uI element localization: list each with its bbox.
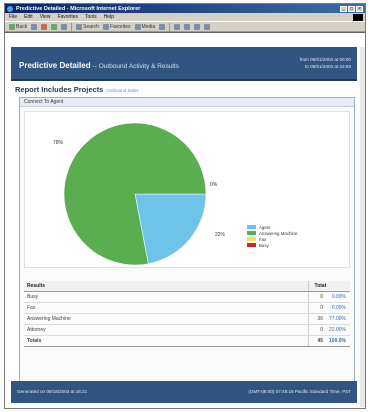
windows-logo-icon	[353, 13, 363, 21]
slice-label: 78%	[53, 140, 64, 146]
menu-view[interactable]: View	[40, 14, 51, 20]
vertical-scrollbar[interactable]	[360, 47, 365, 407]
results-column-header: Results	[24, 281, 309, 292]
table-header-row: Results Total	[24, 281, 350, 292]
date-to: to 09/01/2003 at 23:59	[305, 64, 351, 69]
menu-help[interactable]: Help	[104, 14, 114, 20]
timezone-info: (GMT-08:00) 07:48:18 Pacific Standard Ti…	[248, 389, 351, 394]
stop-icon[interactable]	[41, 23, 48, 30]
legend-swatch	[247, 243, 256, 247]
chart-legend: Agent Answering Machine Fax Busy	[247, 224, 297, 248]
row-label: Answering Machine	[24, 313, 309, 325]
row-percent[interactable]: 0.00%	[326, 302, 350, 314]
menu-tools[interactable]: Tools	[85, 14, 97, 20]
table-row: Fax 0 0.00%	[24, 302, 350, 314]
media-button[interactable]: Media	[134, 23, 155, 30]
slice-label: 0%	[210, 182, 218, 188]
history-icon[interactable]	[159, 23, 166, 30]
search-icon	[76, 23, 83, 30]
row-percent[interactable]: 0.00%	[326, 291, 350, 303]
connect-panel: Connect To Agent 22% 78% 0% Agent Answering…	[19, 97, 355, 382]
ie-icon	[7, 5, 13, 12]
legend-item: Busy	[247, 242, 297, 248]
totals-label: Totals	[24, 335, 309, 347]
total-column-header: Total	[307, 281, 350, 292]
date-from: from 09/01/2003 at 00:00	[299, 57, 351, 62]
menu-favorites[interactable]: Favorites	[57, 14, 78, 20]
results-table: Results Total Busy 0 0.00% Fax 0 0.00% A…	[24, 281, 350, 347]
toolbar-divider	[169, 22, 171, 31]
title-bar: Predictive Detailed - Microsoft Internet…	[5, 4, 365, 13]
menu-edit[interactable]: Edit	[24, 14, 33, 20]
report-header: Predictive Detailed -- Outbound Activity …	[11, 47, 357, 81]
totals-row: Totals 45 100.0%	[24, 335, 350, 347]
home-icon[interactable]	[61, 23, 68, 30]
row-label: Attorney	[24, 324, 309, 336]
star-icon	[102, 23, 109, 30]
date-range: from 09/01/2003 at 00:00 to 09/01/2003 a…	[300, 56, 351, 70]
legend-swatch	[247, 237, 256, 241]
totals-count: 45	[307, 335, 327, 347]
row-count: 0	[307, 324, 327, 336]
page-title: Predictive Detailed -- Outbound Activity …	[19, 61, 179, 70]
back-arrow-icon	[9, 23, 15, 30]
legend-label: Agent	[259, 224, 271, 230]
menu-file[interactable]: File	[9, 14, 17, 20]
totals-percent: 100.0%	[326, 335, 350, 347]
panel-title: Connect To Agent	[20, 98, 354, 107]
back-button[interactable]: Back	[9, 23, 27, 30]
toolbar-divider	[71, 22, 73, 31]
toolbar: Back Search Favorites Media	[5, 21, 365, 32]
edit-icon[interactable]	[194, 23, 201, 30]
browser-window: Predictive Detailed - Microsoft Internet…	[4, 3, 366, 409]
close-button[interactable]: ×	[356, 5, 363, 12]
refresh-icon[interactable]	[51, 23, 58, 30]
project-link[interactable]: Outbound Sales	[106, 88, 138, 93]
discuss-icon[interactable]	[204, 23, 211, 30]
table-row: Busy 0 0.00%	[24, 291, 350, 303]
forward-arrow-icon[interactable]	[31, 23, 38, 30]
table-row: Attorney 0 22.00%	[24, 324, 350, 336]
pie-chart-svg: 22% 78% 0%	[53, 122, 226, 266]
legend-swatch	[247, 225, 256, 229]
page-content: Predictive Detailed -- Outbound Activity …	[5, 32, 365, 408]
favorites-button[interactable]: Favorites	[102, 23, 131, 30]
row-count: 0	[307, 302, 327, 314]
maximize-button[interactable]: □	[348, 5, 355, 12]
legend-label: Answering Machine	[259, 230, 298, 236]
report-heading: Report Includes Projects Outbound Sales	[15, 85, 139, 94]
row-percent[interactable]: 77.00%	[326, 313, 350, 325]
print-icon[interactable]	[184, 23, 191, 30]
minimize-button[interactable]: _	[340, 5, 347, 12]
generated-timestamp: Generated on 09/18/2003 at 16:21	[17, 389, 88, 394]
menu-bar: File Edit View Favorites Tools Help	[5, 13, 365, 21]
page-subtitle: -- Outbound Activity & Results	[92, 63, 179, 70]
legend-label: Fax	[259, 236, 267, 242]
search-button[interactable]: Search	[76, 23, 99, 30]
table-row: Answering Machine 36 77.00%	[24, 313, 350, 325]
pie-chart: 22% 78% 0% Agent Answering Machine Fax Busy	[24, 111, 350, 268]
window-title: Predictive Detailed - Microsoft Internet…	[16, 5, 141, 12]
row-count: 0	[307, 291, 327, 303]
row-percent[interactable]: 22.00%	[326, 324, 350, 336]
report-footer: Generated on 09/18/2003 at 16:21 (GMT-08…	[11, 381, 357, 403]
row-count: 36	[307, 313, 327, 325]
row-label: Busy	[24, 291, 309, 303]
legend-swatch	[247, 231, 256, 235]
slice-label: 22%	[215, 232, 226, 238]
row-label: Fax	[24, 302, 309, 314]
mail-icon[interactable]	[174, 23, 181, 30]
legend-label: Busy	[259, 242, 269, 248]
media-icon	[134, 23, 141, 30]
